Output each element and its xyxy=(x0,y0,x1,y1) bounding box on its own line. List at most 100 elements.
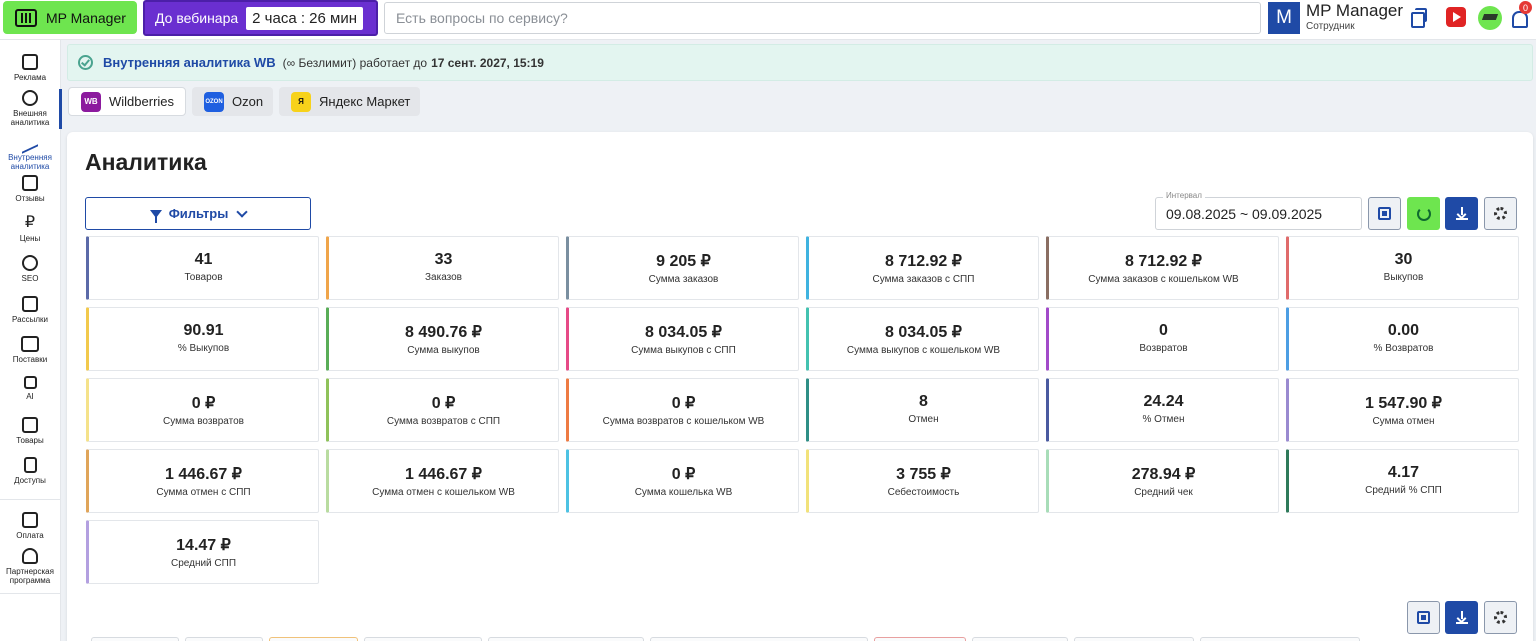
metric-label: Заказов xyxy=(425,272,462,283)
table-tab[interactable] xyxy=(185,637,263,641)
metric-value: 8 034.05 ₽ xyxy=(885,324,962,341)
table-tab[interactable] xyxy=(488,637,644,641)
sidebar-item-access[interactable]: Доступы xyxy=(0,457,60,485)
sidebar-divider xyxy=(0,593,60,594)
sidebar-item-products[interactable]: Товары xyxy=(0,417,60,445)
sidebar-item-reviews[interactable]: Отзывы xyxy=(0,175,60,203)
download-button[interactable] xyxy=(1445,601,1478,634)
metric-value: 9 205 ₽ xyxy=(656,253,711,270)
sidebar-item-seo[interactable]: SEO xyxy=(0,255,60,283)
date-interval-field[interactable]: 09.08.2025 ~ 09.09.2025 xyxy=(1155,197,1362,230)
table-tab[interactable] xyxy=(1200,637,1360,641)
metric-card: 278.94 ₽ Средний чек xyxy=(1046,449,1279,513)
sidebar-item-payment[interactable]: Оплата xyxy=(0,512,60,540)
sidebar-item-external-analytics[interactable]: Внешняя аналитика xyxy=(0,90,60,127)
metric-card: 8 712.92 ₽ Сумма заказов с кошельком WB xyxy=(1046,236,1279,300)
logo-button[interactable]: MP Manager xyxy=(3,1,137,34)
sidebar-item-ai[interactable]: AI xyxy=(0,376,60,401)
metric-value: 30 xyxy=(1394,251,1413,268)
metric-card: 8 034.05 ₽ Сумма выкупов с СПП xyxy=(566,307,799,371)
page-title: Аналитика xyxy=(85,149,207,175)
video-icon[interactable] xyxy=(1446,7,1466,27)
metric-value: 0 ₽ xyxy=(191,395,216,412)
sidebar-item-label: Рассылки xyxy=(12,315,48,324)
sidebar-item-label: Товары xyxy=(16,436,44,445)
box-icon xyxy=(22,417,38,433)
education-icon[interactable] xyxy=(1478,6,1502,30)
ozon-logo-icon: OZON xyxy=(204,91,224,112)
refresh-button[interactable] xyxy=(1407,197,1440,230)
ai-button[interactable] xyxy=(1368,197,1401,230)
metric-card: 9 205 ₽ Сумма заказов xyxy=(566,236,799,300)
metric-label: Сумма отмен с СПП xyxy=(156,487,251,498)
metric-value: 8 034.05 ₽ xyxy=(645,324,722,341)
copy-icon[interactable] xyxy=(1407,7,1427,28)
wildberries-logo-icon: WB xyxy=(81,91,101,112)
metric-label: Сумма заказов с СПП xyxy=(872,274,975,285)
mail-icon xyxy=(22,296,38,312)
metric-label: Средний % СПП xyxy=(1365,485,1442,496)
wallet-icon xyxy=(22,512,38,528)
settings-button[interactable] xyxy=(1484,601,1517,634)
metric-card: 0 ₽ Сумма возвратов xyxy=(86,378,319,442)
metric-label: Средний СПП xyxy=(170,558,237,569)
metric-label: Сумма возвратов xyxy=(163,416,244,427)
webinar-label: До вебинара xyxy=(155,10,239,26)
download-button[interactable] xyxy=(1445,197,1478,230)
metric-label: Отмен xyxy=(908,414,939,425)
metric-value: 0.00 xyxy=(1387,322,1420,339)
sidebar-item-prices[interactable]: ₽ Цены xyxy=(0,215,60,244)
sidebar-item-supplies[interactable]: Поставки xyxy=(0,336,60,364)
filters-button[interactable]: Фильтры xyxy=(85,197,311,230)
support-search-input[interactable] xyxy=(384,2,1261,34)
table-tab[interactable] xyxy=(972,637,1068,641)
metric-card: 8 712.92 ₽ Сумма заказов с СПП xyxy=(806,236,1039,300)
download-icon xyxy=(1455,610,1468,624)
settings-button[interactable] xyxy=(1484,197,1517,230)
metric-value: 3 755 ₽ xyxy=(896,466,951,483)
table-tab[interactable] xyxy=(364,637,482,641)
sidebar-item-partner-program[interactable]: Партнерская программа xyxy=(0,548,60,585)
chip-icon xyxy=(23,376,37,389)
ai-button[interactable] xyxy=(1407,601,1440,634)
metric-label: Сумма кошелька WB xyxy=(634,487,733,498)
chip-icon xyxy=(1378,207,1391,220)
table-tab[interactable] xyxy=(1074,637,1194,641)
sidebar-item-label: Внешняя аналитика xyxy=(10,109,50,127)
table-tab[interactable] xyxy=(650,637,868,641)
sidebar: Реклама Внешняя аналитика Внутренняя ана… xyxy=(0,40,61,641)
sidebar-item-internal-analytics[interactable]: Внутренняя аналитика xyxy=(0,130,60,171)
sidebar-item-label: Отзывы xyxy=(15,194,45,203)
metric-value: 278.94 ₽ xyxy=(1131,466,1196,483)
metric-card: 8 490.76 ₽ Сумма выкупов xyxy=(326,307,559,371)
tab-ozon[interactable]: OZON Ozon xyxy=(192,87,273,116)
sidebar-item-mailings[interactable]: Рассылки xyxy=(0,296,60,324)
metric-label: Сумма возвратов с СПП xyxy=(386,416,501,427)
webinar-countdown[interactable]: До вебинара 2 часа : 26 мин xyxy=(143,0,378,36)
metric-card: 33 Заказов xyxy=(326,236,559,300)
metric-value: 0 ₽ xyxy=(671,466,696,483)
refresh-icon xyxy=(1416,206,1431,221)
table-tab[interactable] xyxy=(874,637,966,641)
metric-label: Себестоимость xyxy=(887,487,960,498)
metric-value: 33 xyxy=(434,251,453,268)
metric-label: Возвратов xyxy=(1139,343,1188,354)
metric-value: 1 446.67 ₽ xyxy=(405,466,482,483)
table-tab[interactable] xyxy=(91,637,179,641)
tab-yandex-market[interactable]: Я Яндекс Маркет xyxy=(279,87,420,116)
metric-card: 3 755 ₽ Себестоимость xyxy=(806,449,1039,513)
metric-value: 4.17 xyxy=(1387,464,1420,481)
metric-card: 0 Возвратов xyxy=(1046,307,1279,371)
sidebar-item-ads[interactable]: Реклама xyxy=(0,54,60,82)
metric-label: Сумма выкупов с СПП xyxy=(631,345,736,356)
notification-badge: 0 xyxy=(1519,1,1532,14)
table-tab[interactable] xyxy=(269,637,358,641)
metric-value: 8 xyxy=(919,393,928,410)
sidebar-active-indicator xyxy=(59,89,62,129)
filters-label: Фильтры xyxy=(168,206,229,221)
avatar[interactable]: M xyxy=(1268,2,1300,34)
metric-card: 1 547.90 ₽ Сумма отмен xyxy=(1286,378,1519,442)
user-role: Сотрудник xyxy=(1306,21,1355,32)
user-name[interactable]: MP Manager xyxy=(1306,1,1403,21)
tab-wildberries[interactable]: WB Wildberries xyxy=(68,87,186,116)
